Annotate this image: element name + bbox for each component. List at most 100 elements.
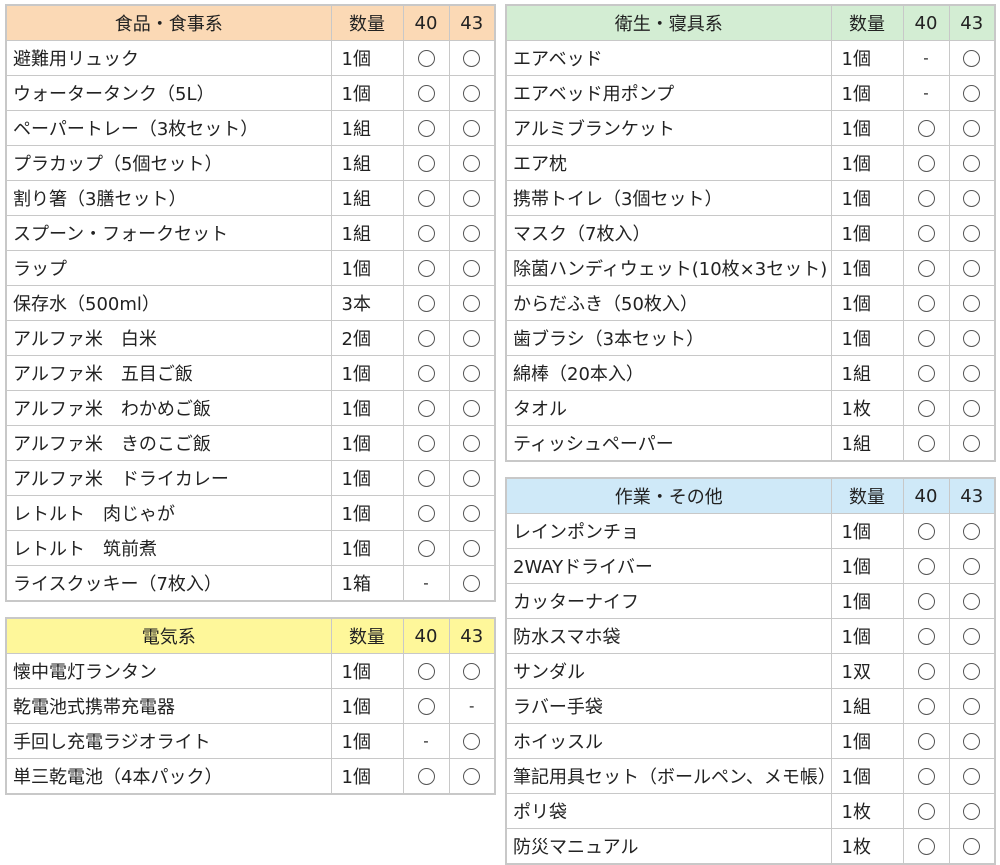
circle-mark-icon — [948, 723, 996, 759]
circle-mark-icon — [402, 758, 450, 795]
table-row: 単三乾電池（4本パック） 1個 — [5, 758, 496, 795]
column-43-header: 43 — [948, 4, 996, 41]
circle-mark-icon — [448, 355, 496, 391]
circle-mark-icon — [902, 425, 950, 462]
circle-mark-icon — [902, 180, 950, 216]
item-quantity: 1個 — [830, 758, 904, 794]
circle-mark-icon — [448, 390, 496, 426]
table-row: 避難用リュック 1個 — [5, 40, 496, 76]
item-name: サンダル — [505, 653, 832, 689]
category-title: 衛生・寝具系 — [505, 4, 832, 41]
table-row: エアベッド 1個 - — [505, 40, 996, 76]
column-43-header: 43 — [448, 4, 496, 41]
table-row: ポリ袋 1枚 — [505, 793, 996, 829]
circle-mark-icon — [402, 355, 450, 391]
circle-mark-icon — [902, 688, 950, 724]
circle-mark-icon — [402, 285, 450, 321]
table-row: レトルト 筑前煮 1個 — [5, 530, 496, 566]
item-quantity: 1個 — [830, 548, 904, 584]
table-row: ラバー手袋 1組 — [505, 688, 996, 724]
column-43-header: 43 — [948, 477, 996, 514]
circle-mark-icon — [448, 285, 496, 321]
item-name: 割り箸（3膳セット） — [5, 180, 332, 216]
table-row: ティッシュペーパー 1組 — [505, 425, 996, 462]
item-quantity: 1個 — [830, 75, 904, 111]
dash-mark: - — [902, 40, 950, 76]
circle-mark-icon — [902, 355, 950, 391]
dash-mark: - — [448, 688, 496, 724]
table-row: マスク（7枚入） 1個 — [505, 215, 996, 251]
table-row: スプーン・フォークセット 1組 — [5, 215, 496, 251]
circle-mark-icon — [948, 110, 996, 146]
circle-mark-icon — [948, 513, 996, 549]
circle-mark-icon — [402, 250, 450, 286]
item-name: アルファ米 五目ご飯 — [5, 355, 332, 391]
quantity-header: 数量 — [330, 617, 404, 654]
item-name: プラカップ（5個セット） — [5, 145, 332, 181]
item-quantity: 1個 — [330, 723, 404, 759]
circle-mark-icon — [402, 215, 450, 251]
dash-mark: - — [902, 75, 950, 111]
circle-mark-icon — [448, 320, 496, 356]
item-quantity: 1個 — [830, 618, 904, 654]
circle-mark-icon — [902, 793, 950, 829]
column-40-header: 40 — [902, 477, 950, 514]
circle-mark-icon — [948, 355, 996, 391]
food-table: 食品・食事系 数量 40 43 避難用リュック 1個 ウォータータンク（5L） 1個ペ… — [5, 4, 496, 602]
circle-mark-icon — [402, 320, 450, 356]
table-row: 防災マニュアル 1枚 — [505, 828, 996, 865]
item-name: レインポンチョ — [505, 513, 832, 549]
item-name: 防災マニュアル — [505, 828, 832, 865]
table-row: レトルト 肉じゃが 1個 — [5, 495, 496, 531]
table-header-row: 作業・その他 数量 40 43 — [505, 477, 996, 514]
item-name: 2WAYドライバー — [505, 548, 832, 584]
item-name: レトルト 筑前煮 — [5, 530, 332, 566]
item-name: 携帯トイレ（3個セット） — [505, 180, 832, 216]
circle-mark-icon — [448, 425, 496, 461]
table-row: カッターナイフ 1個 — [505, 583, 996, 619]
circle-mark-icon — [948, 215, 996, 251]
item-quantity: 1組 — [330, 215, 404, 251]
circle-mark-icon — [402, 40, 450, 76]
item-name: エアベッド — [505, 40, 832, 76]
table-row: 手回し充電ラジオライト 1個 - — [5, 723, 496, 759]
circle-mark-icon — [448, 250, 496, 286]
circle-mark-icon — [902, 583, 950, 619]
item-quantity: 1個 — [330, 688, 404, 724]
table-row: 綿棒（20本入） 1組 — [505, 355, 996, 391]
item-name: 避難用リュック — [5, 40, 332, 76]
circle-mark-icon — [948, 390, 996, 426]
item-quantity: 1個 — [830, 723, 904, 759]
circle-mark-icon — [948, 40, 996, 76]
item-name: 単三乾電池（4本パック） — [5, 758, 332, 795]
item-name: アルミブランケット — [505, 110, 832, 146]
circle-mark-icon — [448, 215, 496, 251]
item-quantity: 1組 — [330, 110, 404, 146]
table-row: ライスクッキー（7枚入） 1箱 - — [5, 565, 496, 602]
item-quantity: 1個 — [330, 390, 404, 426]
circle-mark-icon — [948, 653, 996, 689]
item-quantity: 1組 — [830, 425, 904, 462]
item-quantity: 1組 — [830, 688, 904, 724]
item-name: からだふき（50枚入） — [505, 285, 832, 321]
item-name: ティッシュペーパー — [505, 425, 832, 462]
item-quantity: 2個 — [330, 320, 404, 356]
circle-mark-icon — [948, 320, 996, 356]
hygiene-table: 衛生・寝具系 数量 40 43 エアベッド 1個 - エアベッド用ポンプ 1個 - アルミブ… — [505, 4, 996, 462]
circle-mark-icon — [402, 688, 450, 724]
table-row: 乾電池式携帯充電器 1個 - — [5, 688, 496, 724]
circle-mark-icon — [948, 285, 996, 321]
circle-mark-icon — [948, 145, 996, 181]
dash-mark: - — [402, 723, 450, 759]
circle-mark-icon — [448, 145, 496, 181]
item-name: アルファ米 白米 — [5, 320, 332, 356]
circle-mark-icon — [902, 828, 950, 865]
item-quantity: 1個 — [830, 320, 904, 356]
item-name: アルファ米 ドライカレー — [5, 460, 332, 496]
circle-mark-icon — [948, 758, 996, 794]
table-row: 筆記用具セット（ボールペン、メモ帳） 1個 — [505, 758, 996, 794]
circle-mark-icon — [902, 390, 950, 426]
column-43-header: 43 — [448, 617, 496, 654]
item-quantity: 1枚 — [830, 793, 904, 829]
item-quantity: 1個 — [330, 75, 404, 111]
